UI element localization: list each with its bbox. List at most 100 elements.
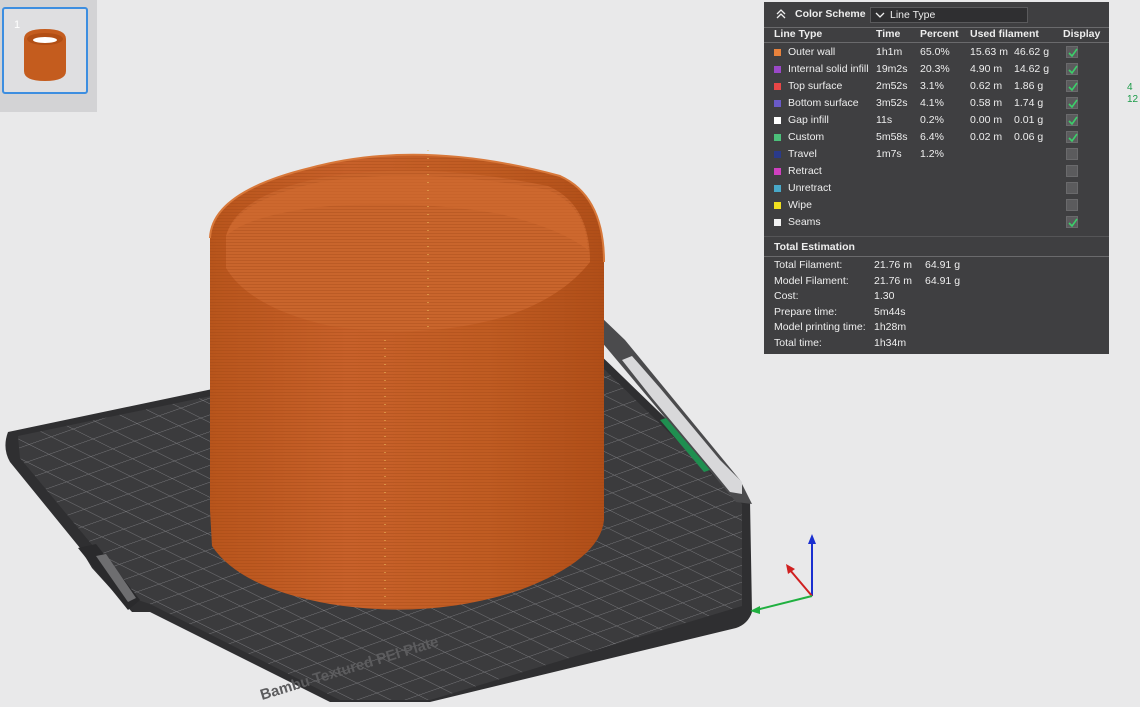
percent-value: 0.2%	[920, 114, 944, 126]
total-row: Total Filament: 21.76 m 64.91 g	[764, 259, 1109, 274]
color-scheme-label: Color Scheme	[795, 8, 866, 20]
display-checkbox[interactable]	[1066, 80, 1078, 92]
time-value: 3m52s	[876, 97, 908, 109]
total-label: Prepare time:	[774, 305, 838, 318]
total-row: Prepare time: 5m44s	[764, 306, 1109, 321]
filament-length-value: 0.62 m	[970, 80, 1003, 92]
display-checkbox[interactable]	[1066, 199, 1078, 211]
legend-row: Bottom surface 3m52s 4.1% 0.58 m 1.74 g	[764, 95, 1109, 112]
side-stat-1: 4	[1127, 82, 1133, 93]
legend-row: Internal solid infill 19m2s 20.3% 4.90 m 14.…	[764, 61, 1109, 78]
color-swatch	[774, 66, 781, 73]
total-value: 1h28m	[874, 321, 907, 333]
total-label: Total Filament:	[774, 259, 843, 271]
color-scheme-select[interactable]: Line Type	[870, 7, 1028, 23]
color-swatch	[774, 83, 781, 90]
color-swatch	[774, 151, 781, 158]
check-icon	[1068, 218, 1078, 228]
legend-row: Retract	[764, 163, 1109, 180]
total-value-secondary: 64.91 g	[925, 274, 961, 287]
legend-row: Gap infill 11s 0.2% 0.00 m 0.01 g	[764, 112, 1109, 129]
total-value: 1.30	[874, 290, 895, 302]
total-label: Model printing time:	[774, 321, 866, 333]
time-value: 19m2s	[876, 63, 908, 75]
color-swatch	[774, 202, 781, 209]
filament-weight-value: 46.62 g	[1014, 46, 1050, 58]
total-value: 5m44s	[874, 305, 906, 318]
total-value: 1h34m	[874, 336, 907, 349]
legend-row: Outer wall 1h1m 65.0% 15.63 m 46.62 g	[764, 44, 1109, 61]
color-swatch	[774, 185, 781, 192]
printed-model	[209, 150, 605, 612]
display-checkbox[interactable]	[1066, 114, 1078, 126]
line-type-name: Gap infill	[788, 114, 829, 126]
line-type-name: Outer wall	[788, 46, 836, 58]
legend-row: Seams	[764, 214, 1109, 231]
display-checkbox[interactable]	[1066, 148, 1078, 160]
collapse-icon[interactable]	[774, 7, 788, 21]
color-swatch	[774, 168, 781, 175]
display-checkbox[interactable]	[1066, 165, 1078, 177]
filament-weight-value: 0.01 g	[1014, 114, 1044, 126]
total-label: Cost:	[774, 290, 799, 302]
column-header-time: Time	[876, 28, 901, 40]
total-row: Model Filament: 21.76 m 64.91 g	[764, 275, 1109, 290]
total-row: Cost: 1.30	[764, 290, 1109, 305]
filament-weight-value: 1.86 g	[1014, 80, 1044, 92]
time-value: 2m52s	[876, 80, 908, 92]
legend-row: Top surface 2m52s 3.1% 0.62 m 1.86 g	[764, 78, 1109, 95]
plate-thumbnail[interactable]: 1	[2, 7, 88, 94]
filament-length-value: 15.63 m	[970, 46, 1008, 58]
line-type-name: Retract	[788, 165, 822, 177]
totals-divider	[764, 256, 1109, 257]
filament-weight-value: 1.74 g	[1014, 97, 1044, 109]
percent-value: 20.3%	[920, 63, 950, 75]
total-row: Model printing time: 1h28m	[764, 321, 1109, 336]
display-checkbox[interactable]	[1066, 216, 1078, 228]
check-icon	[1068, 133, 1078, 143]
total-row: Total time: 1h34m	[764, 337, 1109, 352]
time-value: 11s	[876, 114, 893, 126]
check-icon	[1068, 116, 1078, 126]
line-type-name: Seams	[788, 216, 821, 228]
percent-value: 3.1%	[920, 80, 944, 92]
display-checkbox[interactable]	[1066, 46, 1078, 58]
legend-row: Travel 1m7s 1.2%	[764, 146, 1109, 163]
total-label: Total time:	[774, 336, 822, 349]
filament-weight-value: 14.62 g	[1014, 63, 1050, 75]
line-type-name: Custom	[788, 131, 825, 143]
filament-length-value: 4.90 m	[970, 63, 1003, 75]
percent-value: 65.0%	[920, 46, 950, 58]
legend-row: Custom 5m58s 6.4% 0.02 m 0.06 g	[764, 129, 1109, 146]
total-value-secondary: 64.91 g	[925, 259, 961, 271]
filament-weight-value: 0.06 g	[1014, 131, 1044, 143]
color-swatch	[774, 117, 781, 124]
column-header-line-type: Line Type	[774, 28, 823, 40]
display-checkbox[interactable]	[1066, 63, 1078, 75]
check-icon	[1068, 99, 1078, 109]
display-checkbox[interactable]	[1066, 97, 1078, 109]
display-checkbox[interactable]	[1066, 182, 1078, 194]
total-value: 21.76 m	[874, 259, 912, 271]
legend-header: Color Scheme Line Type	[764, 2, 1109, 27]
total-value: 21.76 m	[874, 274, 912, 287]
total-estimation-title: Total Estimation	[774, 241, 855, 253]
side-stat-2: 12	[1127, 94, 1139, 105]
totals-divider-top	[764, 236, 1109, 237]
time-value: 5m58s	[876, 131, 908, 143]
check-icon	[1068, 65, 1078, 75]
line-type-name: Bottom surface	[788, 97, 859, 109]
color-swatch	[774, 219, 781, 226]
filament-length-value: 0.58 m	[970, 97, 1003, 109]
filament-length-value: 0.02 m	[970, 131, 1003, 143]
display-checkbox[interactable]	[1066, 131, 1078, 143]
percent-value: 4.1%	[920, 97, 944, 109]
legend-row: Unretract	[764, 180, 1109, 197]
plate-number: 1	[14, 19, 21, 31]
line-type-name: Top surface	[788, 80, 843, 92]
table-header-divider	[764, 42, 1109, 43]
plate-thumbnail-strip: 1	[0, 0, 97, 112]
check-icon	[1068, 48, 1078, 58]
line-type-name: Internal solid infill	[788, 63, 869, 75]
column-header-percent: Percent	[920, 28, 959, 40]
